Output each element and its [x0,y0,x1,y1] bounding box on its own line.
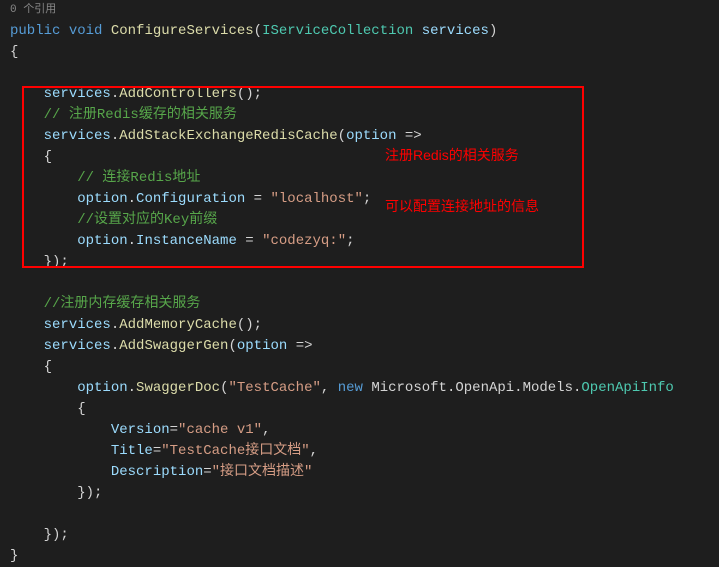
param-name: services [422,23,489,39]
property: Description [111,464,203,480]
keyword-new: new [338,380,363,396]
method-name: ConfigureServices [111,23,254,39]
method-call: AddSwaggerGen [119,338,228,354]
method-call: AddControllers [119,86,237,102]
lambda-param: option [346,128,396,144]
identifier: option [77,191,127,207]
identifier: option [77,380,127,396]
comment: //注册内存缓存相关服务 [44,296,201,312]
annotation-text: 注册Redis的相关服务 [385,145,519,166]
string-literal: "localhost" [270,191,362,207]
property: Configuration [136,191,245,207]
property: Version [111,422,170,438]
keyword-public: public [10,23,60,39]
identifier: services [44,86,111,102]
string-literal: "TestCache" [228,380,320,396]
annotation-text: 可以配置连接地址的信息 [385,196,539,217]
method-call: AddMemoryCache [119,317,237,333]
string-literal: "codezyq:" [262,233,346,249]
string-literal: "cache v1" [178,422,262,438]
string-literal: "接口文档描述" [212,464,313,480]
keyword-void: void [69,23,103,39]
comment: // 连接Redis地址 [77,170,200,186]
code-editor[interactable]: public void ConfigureServices(IServiceCo… [0,21,719,567]
identifier: services [44,128,111,144]
reference-count: 0 个引用 [0,0,719,21]
comment: //设置对应的Key前缀 [77,212,217,228]
class-name: OpenApiInfo [581,380,673,396]
identifier: services [44,317,111,333]
type-name: IServiceCollection [262,23,413,39]
namespace: Models [523,380,573,396]
method-call: SwaggerDoc [136,380,220,396]
method-call: AddStackExchangeRedisCache [119,128,337,144]
identifier: option [77,233,127,249]
identifier: services [44,338,111,354]
comment: // 注册Redis缓存的相关服务 [44,107,237,123]
namespace: Microsoft [371,380,447,396]
property: InstanceName [136,233,237,249]
namespace: OpenApi [455,380,514,396]
lambda-param: option [237,338,287,354]
string-literal: "TestCache接口文档" [161,443,309,459]
property: Title [111,443,153,459]
